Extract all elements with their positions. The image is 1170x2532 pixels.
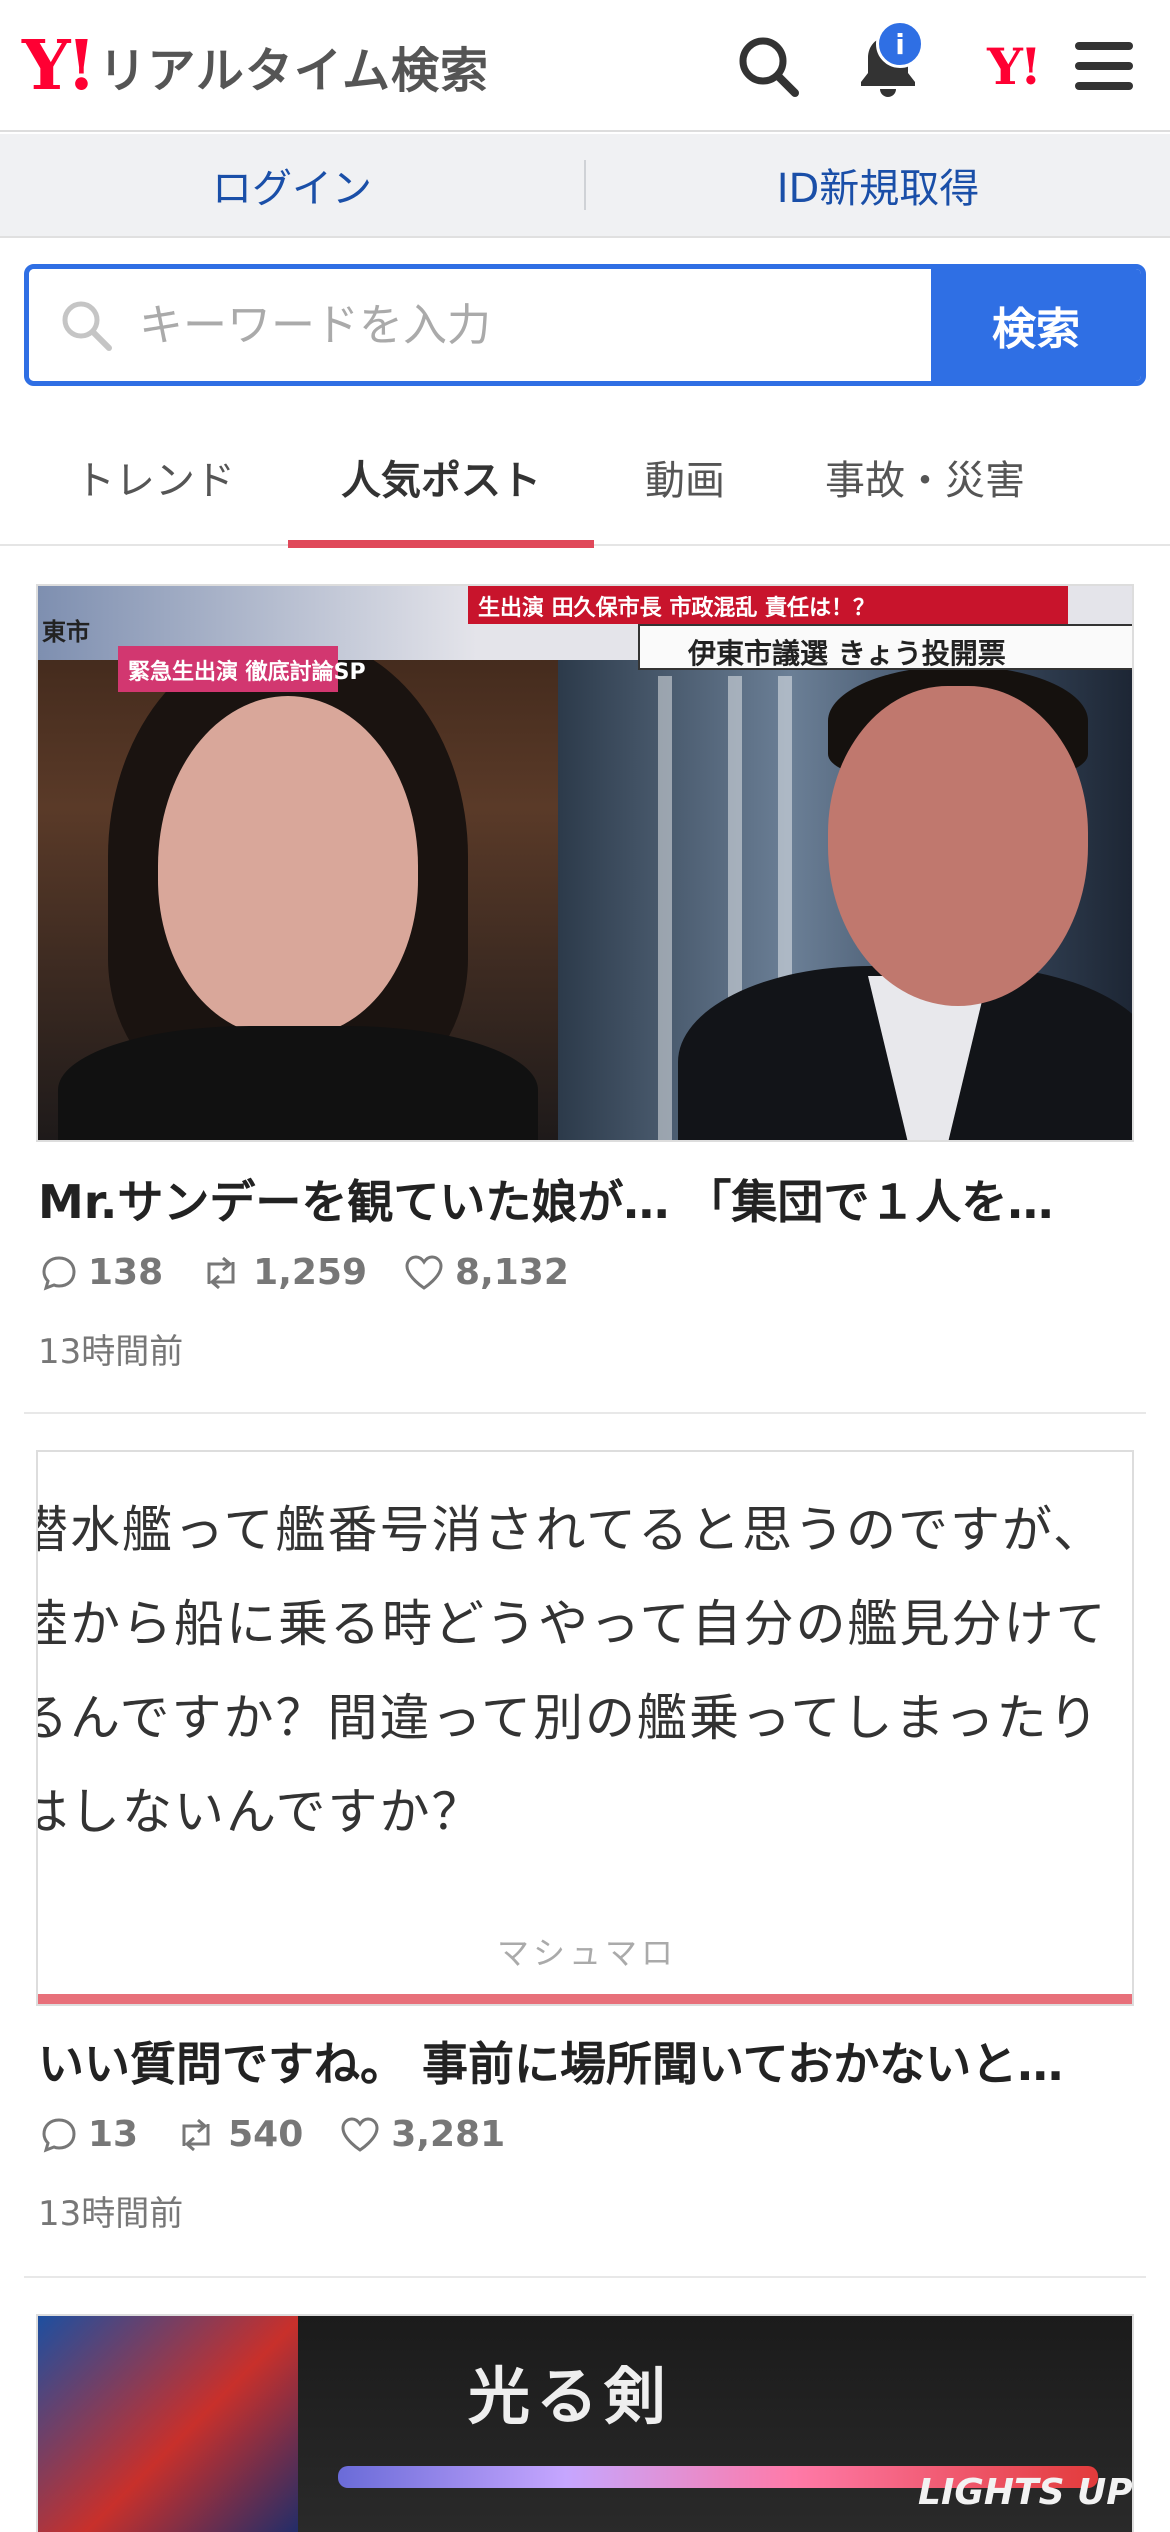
yahoo-mini-logo: Y! [987,36,1042,96]
reply-count[interactable]: 138 [40,1252,163,1293]
like-count[interactable]: 3,281 [339,2114,505,2155]
image-overlay-text: LIGHTS UP SWO [918,2472,1133,2513]
heart-icon [341,2116,379,2152]
post-image[interactable]: 東市 緊急生出演 徹底討論SP 生出演 田久保市長 市政混乱 責任は！？ 伊東市… [36,584,1134,1142]
notification-bell-button[interactable]: i [850,20,926,104]
search-icon[interactable] [730,28,806,104]
search-input[interactable] [139,299,839,351]
reply-count-value: 138 [88,1252,164,1293]
repost-icon [182,2118,210,2151]
tab-trend[interactable]: トレンド [40,408,270,546]
reply-bubble-icon [42,2117,76,2152]
post-card[interactable]: 光る剣 LIGHTS UP SWO [24,2314,1146,2532]
repost-count-value: 1,259 [253,1252,368,1293]
search-form: 検索 [24,264,1146,386]
app-header: Y! リアルタイム検索 i Y! [0,0,1170,132]
post-stats: 138 1,259 8,132 [40,1252,605,1293]
repost-count-value: 540 [228,2114,304,2155]
category-tabs: トレンド 人気ポスト 動画 事故・災害 [0,408,1170,548]
repost-icon [207,1256,235,1289]
post-card[interactable]: 東市 緊急生出演 徹底討論SP 生出演 田久保市長 市政混乱 責任は！？ 伊東市… [24,584,1146,1394]
search-field-icon [62,301,112,351]
post-timestamp: 13時間前 [38,2194,184,2234]
image-overlay-text: 光る剣 [468,2360,673,2433]
yahoo-logo-mark: Y! [22,26,96,106]
image-question-line: 陸から船に乗る時どうやって自分の艦見分けて [36,1595,1108,1653]
image-accent-bar [38,1994,1132,2004]
search-button[interactable]: 検索 [931,269,1141,381]
image-question-line: 潜水艦って艦番号消されてると思うのですが、 [36,1501,1105,1559]
yahoo-realtime-logo[interactable]: Y! リアルタイム検索 [22,28,489,104]
marshmallow-brand: マシュマロ [496,1934,677,1972]
register-id-link[interactable]: ID新規取得 [586,134,1170,236]
logo-text: リアルタイム検索 [98,43,489,99]
image-overlay-text: 東市 [42,618,90,646]
yahoo-top-link[interactable]: Y! [968,28,1058,104]
post-card[interactable]: 潜水艦って艦番号消されてると思うのですが、 陸から船に乗る時どうやって自分の艦見… [24,1450,1146,2250]
post-divider [24,1412,1146,1414]
post-image[interactable]: 潜水艦って艦番号消されてると思うのですが、 陸から船に乗る時どうやって自分の艦見… [36,1450,1134,2006]
image-question-line: るんですか？間違って別の艦乗ってしまったり [36,1689,1101,1747]
image-overlay-text: 伊東市議選 きょう投開票 [688,637,1006,670]
like-count[interactable]: 8,132 [403,1252,569,1293]
like-count-value: 3,281 [391,2114,506,2155]
tab-video[interactable]: 動画 [610,408,760,546]
repost-count[interactable]: 1,259 [199,1252,367,1293]
reply-count-value: 13 [88,2114,139,2155]
login-link[interactable]: ログイン [0,134,584,236]
notification-badge: i [876,20,924,68]
tab-popular-posts[interactable]: 人気ポスト [288,408,594,548]
like-count-value: 8,132 [455,1252,569,1293]
tab-accident-disaster[interactable]: 事故・災害 [790,408,1060,546]
repost-count[interactable]: 540 [174,2114,303,2155]
post-image[interactable]: 光る剣 LIGHTS UP SWO [36,2314,1134,2532]
image-question-line: はしないんですか？ [36,1783,484,1841]
post-timestamp: 13時間前 [38,1332,184,1372]
post-divider [24,2276,1146,2278]
post-title[interactable]: Mr.サンデーを観ていた娘が… 「集団で１人を… [38,1166,1138,1232]
hamburger-menu-icon[interactable] [1066,28,1142,104]
post-stats: 13 540 3,281 [40,2114,541,2155]
search-field[interactable] [29,269,931,381]
heart-icon [405,1254,443,1290]
reply-bubble-icon [42,1255,76,1290]
image-overlay-text: 緊急生出演 徹底討論SP [128,660,366,685]
reply-count[interactable]: 13 [40,2114,138,2155]
login-bar: ログイン ID新規取得 [0,134,1170,238]
post-title[interactable]: いい質問ですね。 事前に場所聞いておかないと… [38,2028,1138,2094]
image-overlay-text: 生出演 田久保市長 市政混乱 責任は！？ [478,596,875,621]
